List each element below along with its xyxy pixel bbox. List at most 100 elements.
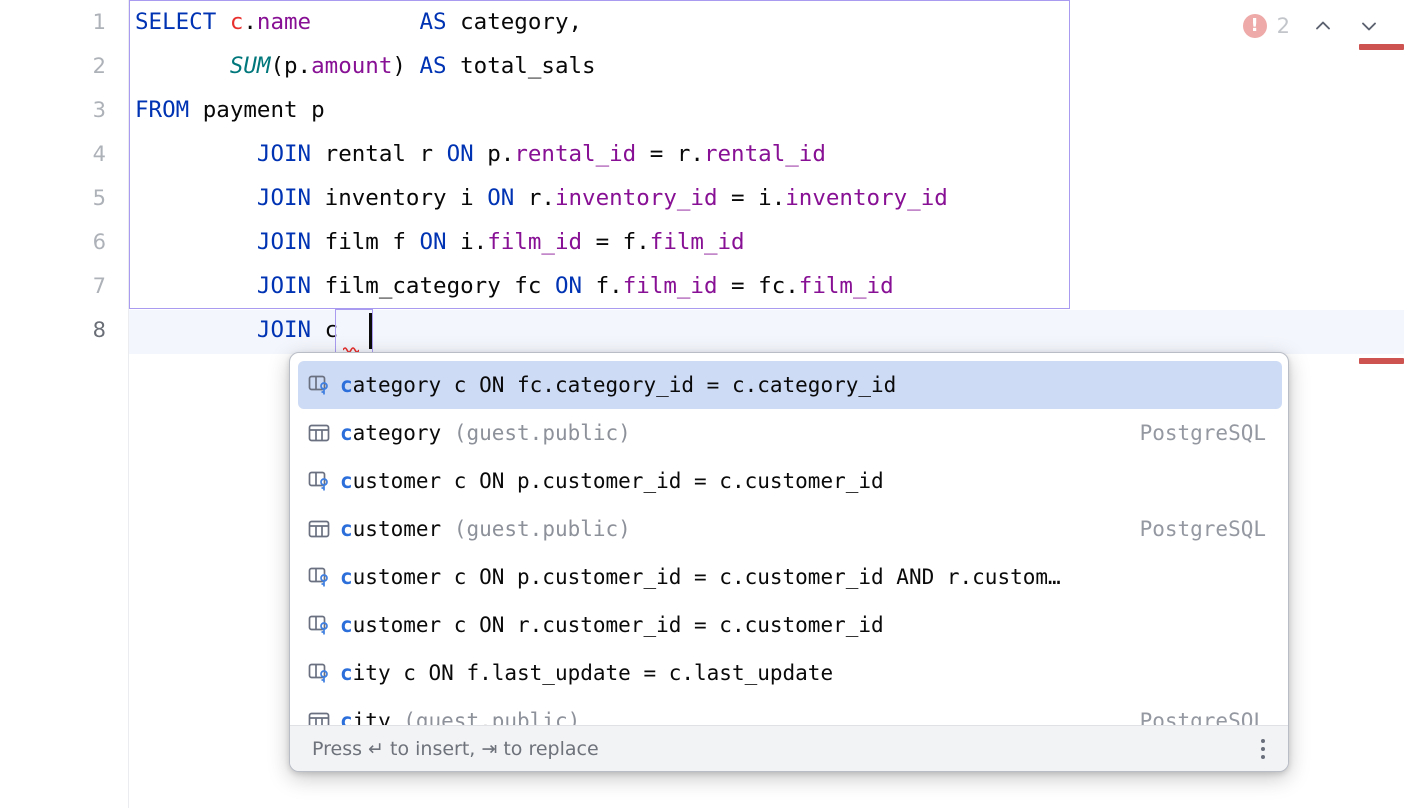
error-squiggle-icon bbox=[343, 345, 359, 352]
token-col: rental_id bbox=[514, 141, 636, 167]
matched-prefix: c bbox=[340, 469, 353, 493]
completion-item-rest: ustomer c ON p.customer_id = c.customer_… bbox=[353, 565, 1061, 589]
token-plain: p. bbox=[474, 141, 515, 167]
token-kw: JOIN bbox=[257, 185, 311, 211]
completion-item-rest: ategory c ON fc.category_id = c.category… bbox=[353, 373, 897, 397]
token-plain bbox=[135, 141, 257, 167]
join-suggestion-icon bbox=[306, 372, 332, 398]
completion-item-source: PostgreSQL bbox=[1116, 517, 1266, 541]
token-plain: payment p bbox=[189, 97, 324, 123]
token-col: film_id bbox=[623, 273, 718, 299]
completion-item[interactable]: customer c ON p.customer_id = c.customer… bbox=[298, 457, 1282, 505]
line-number-6: 6 bbox=[46, 220, 106, 264]
line-number-7: 7 bbox=[46, 264, 106, 308]
completion-item-label: city c ON f.last_update = c.last_update bbox=[340, 661, 1242, 685]
completion-item-schema: (guest.public) bbox=[454, 517, 631, 541]
token-plain: rental r bbox=[311, 141, 446, 167]
token-plain: = r. bbox=[636, 141, 704, 167]
token-col: film_id bbox=[799, 273, 894, 299]
completion-item-label: category c ON fc.category_id = c.categor… bbox=[340, 373, 1242, 397]
token-plain bbox=[311, 9, 419, 35]
code-line-6: JOIN film f ON i.film_id = f.film_id bbox=[129, 220, 1404, 264]
completion-item[interactable]: city (guest.public)PostgreSQL bbox=[298, 697, 1282, 727]
token-col: film_id bbox=[487, 229, 582, 255]
completion-item-rest: ustomer c ON r.customer_id = c.customer_… bbox=[353, 613, 884, 637]
matched-prefix: c bbox=[340, 661, 353, 685]
matched-prefix: c bbox=[340, 373, 353, 397]
token-plain: . bbox=[243, 9, 257, 35]
matched-prefix: c bbox=[340, 421, 353, 445]
completion-item-rest: ategory bbox=[353, 421, 454, 445]
text-caret bbox=[369, 313, 372, 349]
completion-item-label: category (guest.public) bbox=[340, 421, 1116, 445]
token-kw: FROM bbox=[135, 97, 189, 123]
line-number-gutter[interactable]: 12345678 bbox=[0, 0, 129, 808]
error-circle-icon[interactable]: ! bbox=[1243, 14, 1267, 38]
token-plain bbox=[135, 185, 257, 211]
error-exclamation-glyph: ! bbox=[1251, 17, 1259, 35]
matched-prefix: c bbox=[340, 517, 353, 541]
line-number-3: 3 bbox=[46, 88, 106, 132]
completion-item[interactable]: category c ON fc.category_id = c.categor… bbox=[298, 361, 1282, 409]
code-completion-popup[interactable]: category c ON fc.category_id = c.categor… bbox=[289, 352, 1289, 772]
join-suggestion-icon bbox=[306, 660, 332, 686]
error-marker-strip[interactable] bbox=[1350, 0, 1404, 808]
token-plain: = fc. bbox=[718, 273, 799, 299]
token-plain: film_category fc bbox=[311, 273, 555, 299]
join-suggestion-icon bbox=[306, 564, 332, 590]
completion-item[interactable]: city c ON f.last_update = c.last_update bbox=[298, 649, 1282, 697]
completion-item[interactable]: customer c ON p.customer_id = c.customer… bbox=[298, 553, 1282, 601]
completion-item-rest: ustomer c ON p.customer_id = c.customer_… bbox=[353, 469, 884, 493]
join-suggestion-icon bbox=[306, 468, 332, 494]
sql-editor-screen: 12345678 SELECT c.name AS category, SUM(… bbox=[0, 0, 1404, 808]
chevron-down-icon[interactable] bbox=[1356, 13, 1382, 39]
completion-item[interactable]: category (guest.public)PostgreSQL bbox=[298, 409, 1282, 457]
token-col: film_id bbox=[650, 229, 745, 255]
token-col: inventory_id bbox=[785, 185, 948, 211]
token-plain: inventory i bbox=[311, 185, 487, 211]
completion-item[interactable]: customer (guest.public)PostgreSQL bbox=[298, 505, 1282, 553]
token-plain: f. bbox=[582, 273, 623, 299]
kebab-menu-icon[interactable] bbox=[1250, 736, 1276, 762]
token-plain: = f. bbox=[582, 229, 650, 255]
line-number-2: 2 bbox=[46, 44, 106, 88]
token-plain: r. bbox=[514, 185, 555, 211]
token-col: inventory_id bbox=[555, 185, 718, 211]
matched-prefix: c bbox=[340, 613, 353, 637]
token-kw: JOIN bbox=[257, 229, 311, 255]
token-plain bbox=[216, 9, 230, 35]
completion-item-label: customer c ON p.customer_id = c.customer… bbox=[340, 565, 1242, 589]
token-kw: ON bbox=[447, 141, 474, 167]
token-plain bbox=[135, 317, 257, 343]
token-plain: = i. bbox=[718, 185, 786, 211]
table-icon bbox=[306, 516, 332, 542]
token-plain: category, bbox=[447, 9, 582, 35]
completion-item[interactable]: customer c ON r.customer_id = c.customer… bbox=[298, 601, 1282, 649]
token-kw: JOIN bbox=[257, 317, 311, 343]
error-marker-line-1[interactable] bbox=[1359, 44, 1404, 50]
completion-item-label: customer c ON r.customer_id = c.customer… bbox=[340, 613, 1242, 637]
code-line-1: SELECT c.name AS category, bbox=[129, 0, 1404, 44]
token-plain: film f bbox=[311, 229, 419, 255]
token-kw: ON bbox=[419, 229, 446, 255]
token-plain: ) bbox=[392, 53, 419, 79]
token-plain: i. bbox=[447, 229, 488, 255]
completion-item-schema: (guest.public) bbox=[454, 421, 631, 445]
completion-item-rest: ity c ON f.last_update = c.last_update bbox=[353, 661, 833, 685]
token-alias-red: c bbox=[230, 9, 244, 35]
completion-item-label: customer (guest.public) bbox=[340, 517, 1116, 541]
completion-item-rest: ustomer bbox=[353, 517, 454, 541]
token-plain: total_sals bbox=[447, 53, 596, 79]
token-kw: JOIN bbox=[257, 141, 311, 167]
error-marker-line-8[interactable] bbox=[1359, 358, 1404, 364]
code-line-7: JOIN film_category fc ON f.film_id = fc.… bbox=[129, 264, 1404, 308]
completion-list[interactable]: category c ON fc.category_id = c.categor… bbox=[290, 361, 1289, 727]
table-icon bbox=[306, 420, 332, 446]
token-kw: ON bbox=[487, 185, 514, 211]
line-number-5: 5 bbox=[46, 176, 106, 220]
line-number-1: 1 bbox=[46, 0, 106, 44]
inspection-widget[interactable]: ! 2 bbox=[1243, 10, 1382, 42]
completion-footer: Press ↵ to insert, ⇥ to replace bbox=[290, 725, 1289, 771]
token-plain bbox=[135, 273, 257, 299]
chevron-up-icon[interactable] bbox=[1310, 13, 1336, 39]
